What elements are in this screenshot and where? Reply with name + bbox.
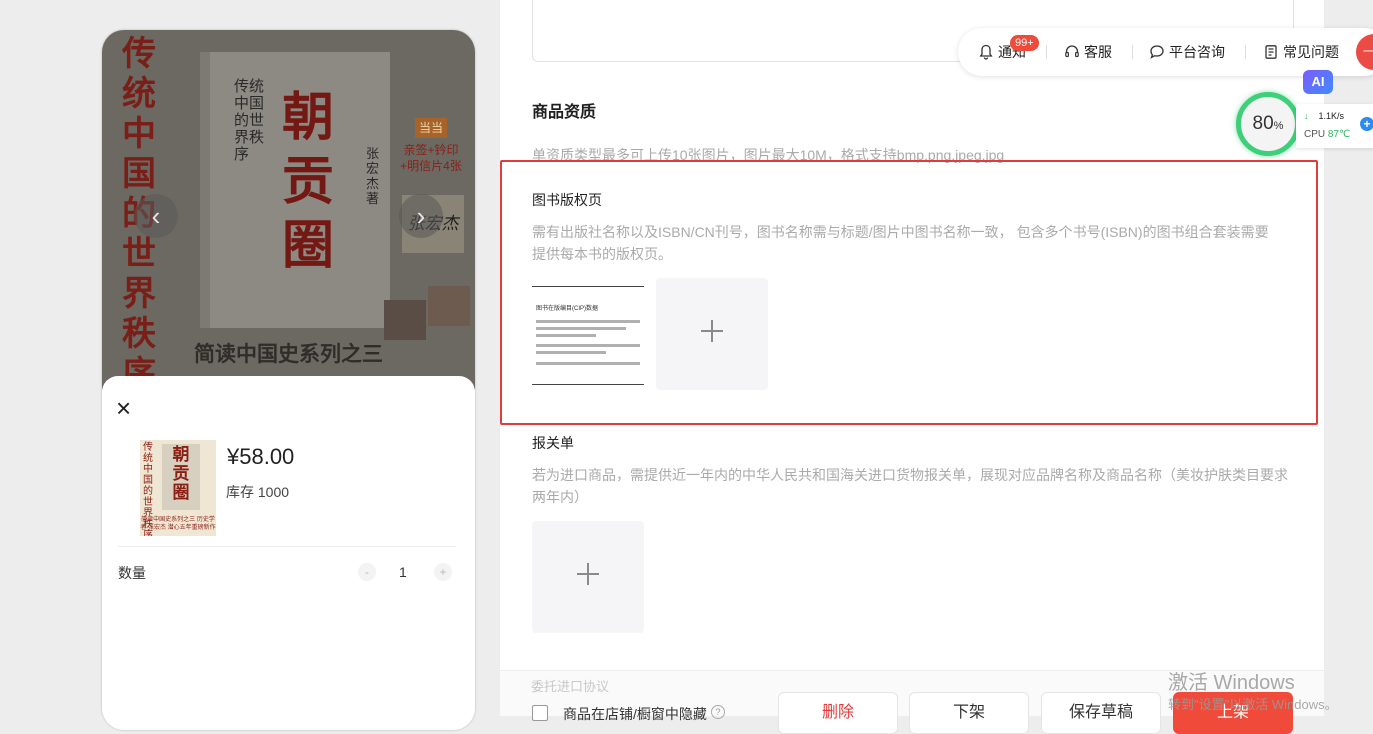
divider [532,286,644,287]
offline-button[interactable]: 下架 [909,692,1029,734]
quantity-increase-button[interactable]: + [434,563,452,581]
hide-in-store-checkbox[interactable] [532,705,548,721]
divider [118,546,456,547]
customs-declaration-hint: 若为进口商品，需提供近一年内的中华人民共和国海关进口货物报关单，展现对应品牌名称… [532,467,1288,505]
doc-line [536,351,606,354]
cover-bottom-text: 简读中国史系列之三 [194,341,383,366]
faq-label: 常见问题 [1283,44,1339,60]
divider [1132,45,1133,59]
import-agreement-label: 委托进口协议 [531,679,610,694]
cover-author: 张宏杰著 [366,146,380,206]
doc-line [536,334,596,337]
delete-button[interactable]: 删除 [778,692,898,734]
close-icon[interactable]: × [116,395,131,421]
customs-declaration-label: 报关单 [532,435,574,451]
cover-photo [384,300,426,340]
doc-line [536,327,626,330]
headset-icon [1065,45,1079,58]
sku-sheet: × 传统中国的世界秩序 朝贡圈 简读中国史系列之三 历史学者 张宏杰 潜心五年重… [102,376,475,730]
copyright-page-hint: 需有出版社名称以及ISBN/CN刊号，图书名称需与标题/图片中图书名称一致， 包… [532,224,1269,262]
hide-in-store-label: 商品在店铺/橱窗中隐藏 [563,706,707,722]
doc-line [536,320,640,323]
download-arrow-icon: ↓ [1304,111,1309,121]
chevron-right-icon: › [416,201,426,231]
cpu-temperature: CPU 87℃ [1304,129,1351,140]
divider [532,384,644,385]
cover-promo: 当当 亲签+钤印 +明信片4张 [398,118,464,174]
consult-button[interactable]: 平台咨询 [1149,43,1225,61]
memory-gauge[interactable]: 80% [1236,92,1300,156]
top-toolbar: 通知 99+ 客服 平台咨询 常见问题 [958,28,1373,76]
ai-assistant-button[interactable]: AI [1303,70,1333,94]
prev-image-button[interactable]: ‹ [134,194,178,238]
sku-thumbnail: 传统中国的世界秩序 朝贡圈 简读中国史系列之三 历史学者 张宏杰 潜心五年重磅新… [140,440,216,536]
service-label: 客服 [1084,44,1112,60]
network-speed: ↓ 1.1K/s [1304,111,1345,121]
copyright-doc-title: 图书在版编目(CIP)数据 [536,306,598,312]
windows-activation-title: 激活 Windows [1168,672,1295,694]
windows-activation-hint: 转到"设置"以激活 Windows。 [1168,697,1338,712]
quantity-label: 数量 [118,565,146,581]
save-draft-button[interactable]: 保存草稿 [1041,692,1161,734]
plus-icon [577,563,599,585]
help-icon[interactable]: ? [711,705,725,719]
chevron-left-icon: ‹ [151,201,161,231]
product-preview: 传统中国的世界秩序 传统中国的世界秩序 朝贡圈 张宏杰著 当当 亲签+钤印 +明… [102,30,475,730]
copyright-upload-button[interactable] [656,278,768,390]
thumb-book-title: 朝贡圈 [172,445,190,503]
cover-photo [428,286,470,326]
promo-text: 亲签+钤印 +明信片4张 [400,143,462,173]
divider [1245,45,1246,59]
add-widget-button[interactable]: + [1360,117,1373,131]
promo-tag: 当当 [414,118,447,138]
cover-book-subtitle: 传统中国的世界秩序 [234,77,265,163]
thumb-caption: 简读中国史系列之三 历史学者 张宏杰 潜心五年重磅新作 [140,517,216,531]
quantity-value: 1 [399,564,407,580]
document-icon [1265,45,1277,59]
notify-badge: 99+ [1010,35,1039,51]
plus-icon [701,320,723,342]
bell-icon [979,44,993,60]
cover-book-title: 朝贡圈 [282,87,335,276]
copyright-page-image[interactable]: 图书在版编目(CIP)数据 [532,278,644,390]
chat-bubble-icon [1150,45,1164,59]
cover-book: 传统中国的世界秩序 朝贡圈 张宏杰著 [200,52,390,328]
quantity-decrease-button[interactable]: - [358,563,376,581]
copyright-page-label: 图书版权页 [532,192,602,208]
faq-button[interactable]: 常见问题 [1263,43,1339,61]
qualification-form: 商品资质 单资质类型最多可上传10张图片，图片最大10M，格式支持bmp,png… [500,0,1324,734]
sku-price: ¥58.00 [227,444,295,469]
section-title: 商品资质 [532,104,597,121]
next-image-button[interactable]: › [399,194,443,238]
service-button[interactable]: 客服 [1064,43,1112,61]
gauge-value: 80% [1252,113,1284,134]
doc-line [536,362,640,365]
doc-line [536,344,640,347]
consult-label: 平台咨询 [1169,44,1225,60]
divider [1046,45,1047,59]
sku-stock: 库存 1000 [226,484,290,500]
customs-upload-button[interactable] [532,521,644,633]
